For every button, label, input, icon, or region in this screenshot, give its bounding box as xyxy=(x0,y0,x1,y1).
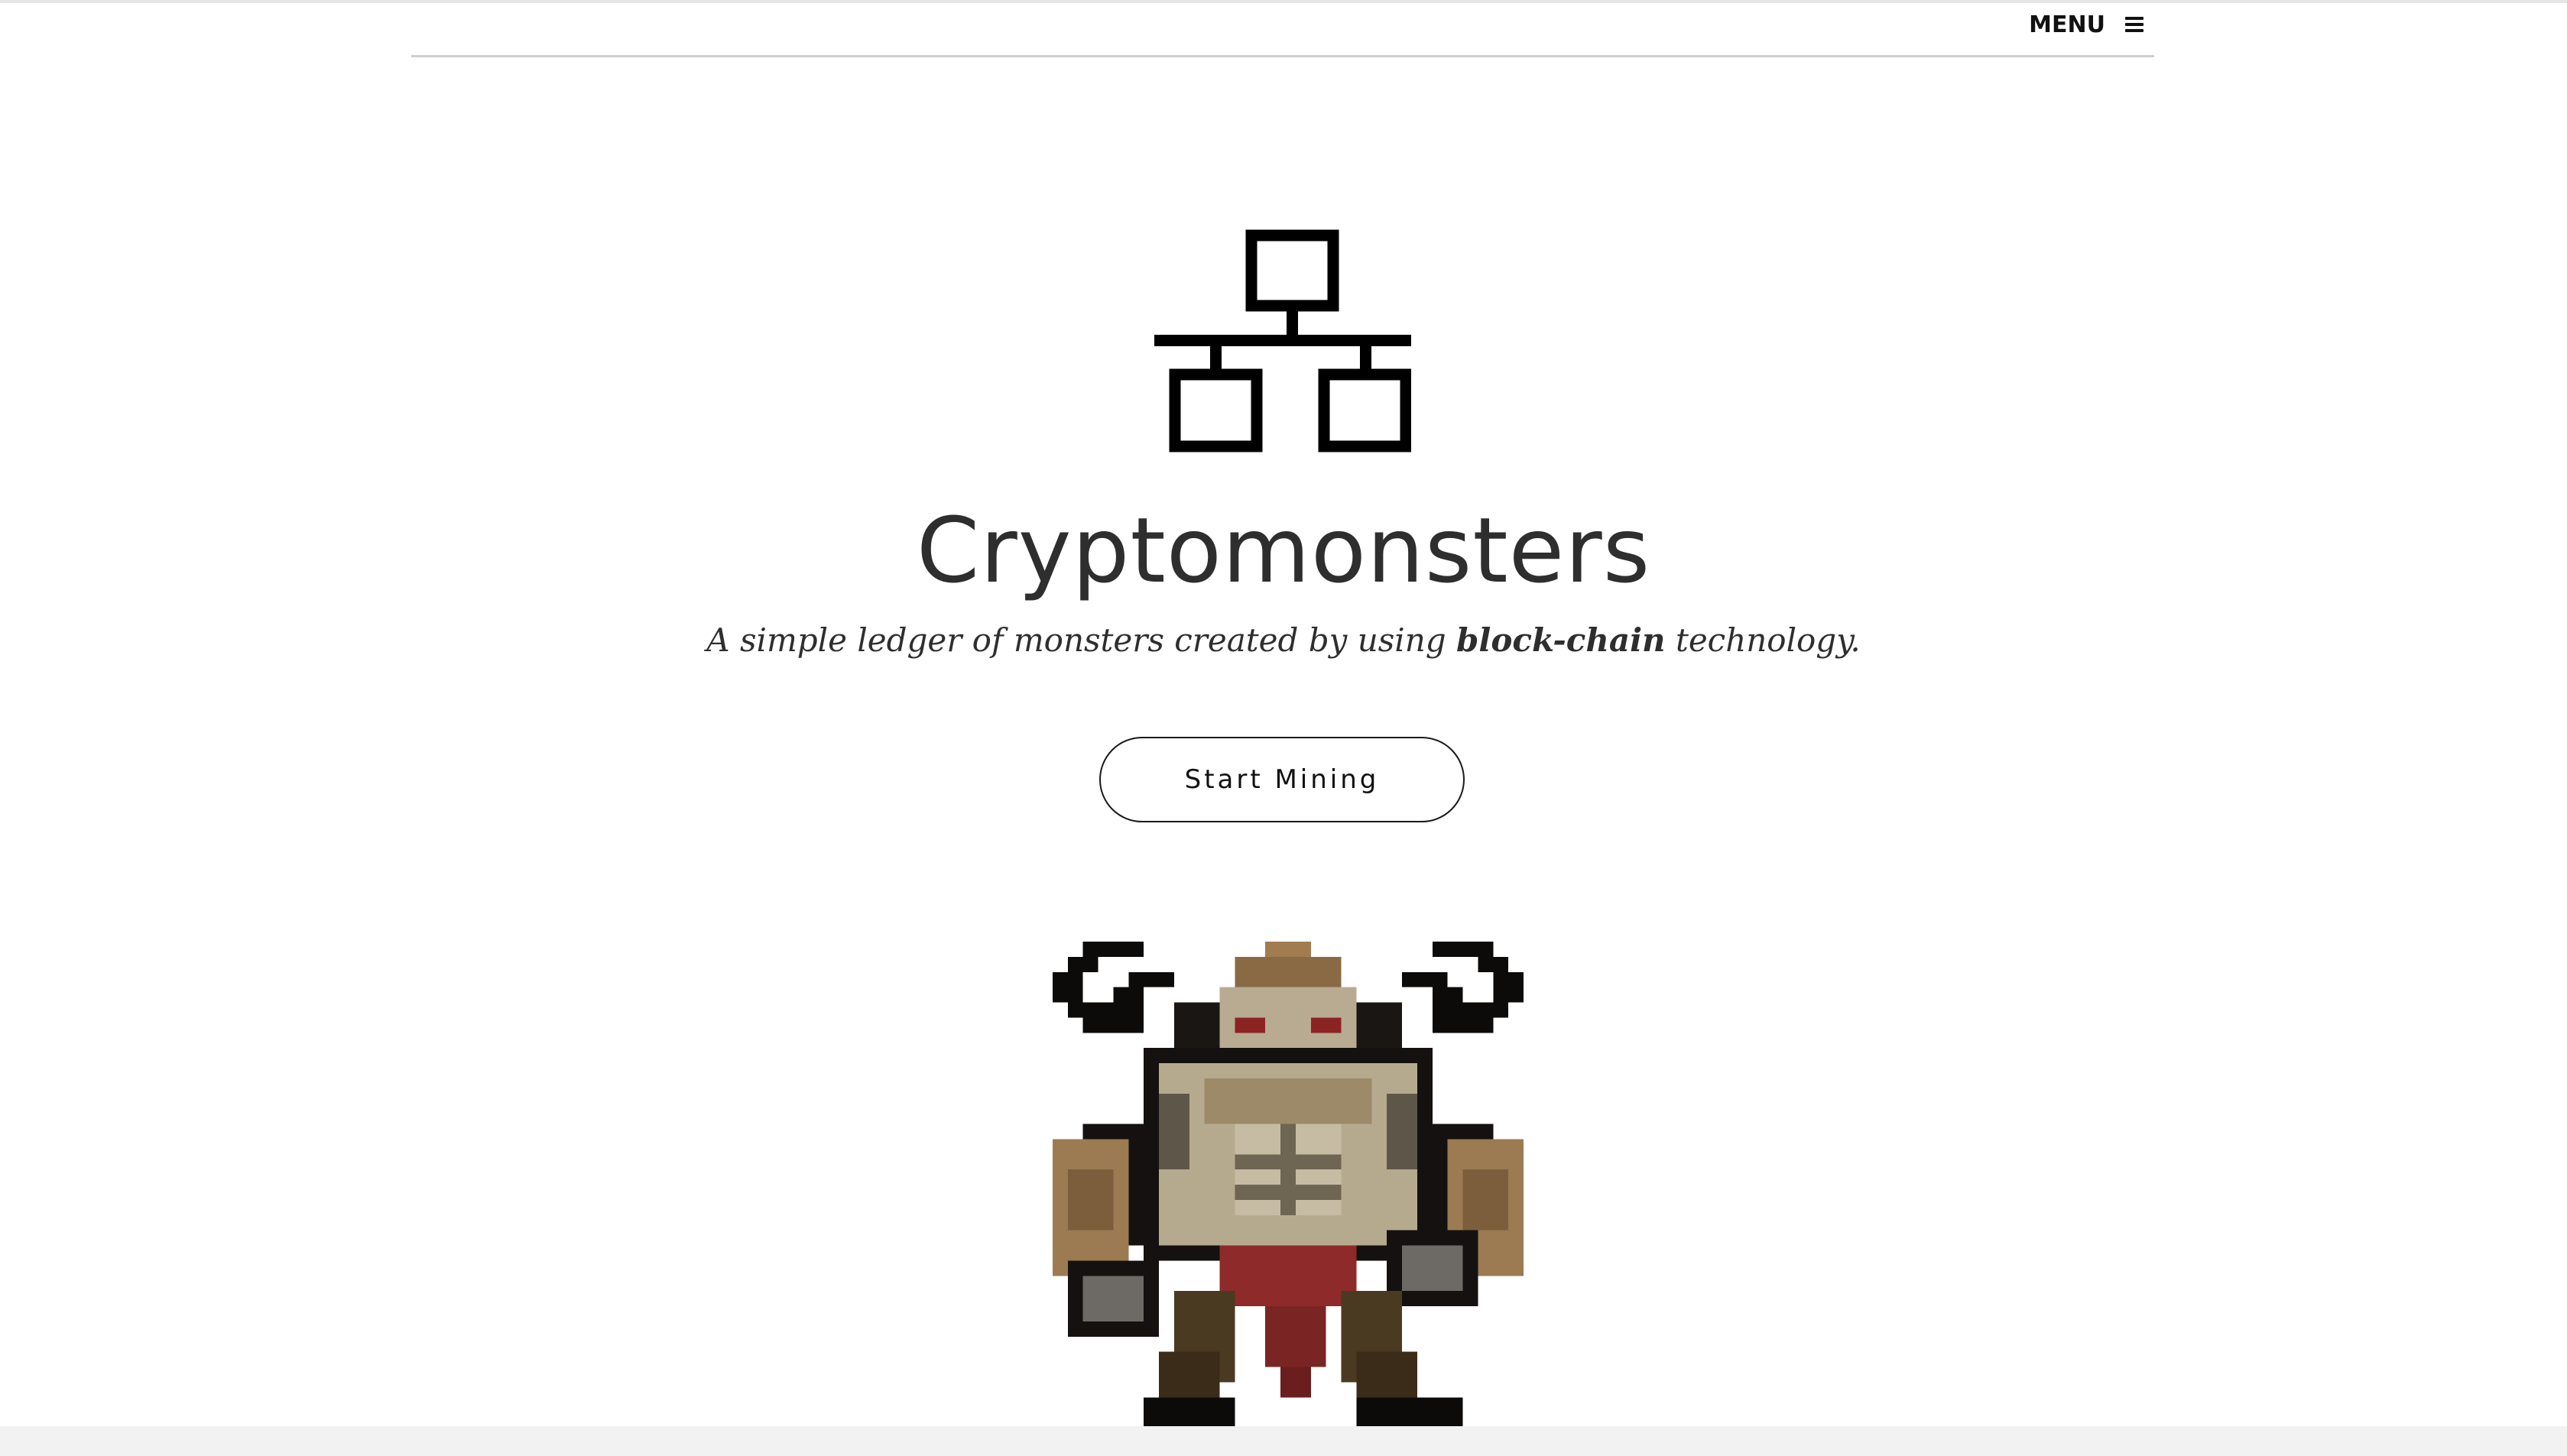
tagline: A simple ledger of monsters created by u… xyxy=(0,618,2567,663)
hamburger-icon xyxy=(2125,17,2143,32)
site-header: MENU xyxy=(411,0,2154,57)
tagline-text-start: A simple ledger of monsters created by u… xyxy=(706,621,1457,659)
menu-button[interactable]: MENU xyxy=(2029,8,2143,41)
menu-label: MENU xyxy=(2029,11,2105,38)
bottom-edge xyxy=(0,1426,2567,1456)
network-icon xyxy=(1154,229,1411,452)
tagline-text-end: technology. xyxy=(1665,621,1861,659)
start-mining-button[interactable]: Start Mining xyxy=(1099,737,1465,822)
tagline-emphasis: block-chain xyxy=(1456,621,1666,659)
page-title: Cryptomonsters xyxy=(916,498,1651,603)
page: MENU Cryptomonsters A simple ledger of m… xyxy=(0,0,2567,1456)
monster-image xyxy=(1052,942,1524,1428)
